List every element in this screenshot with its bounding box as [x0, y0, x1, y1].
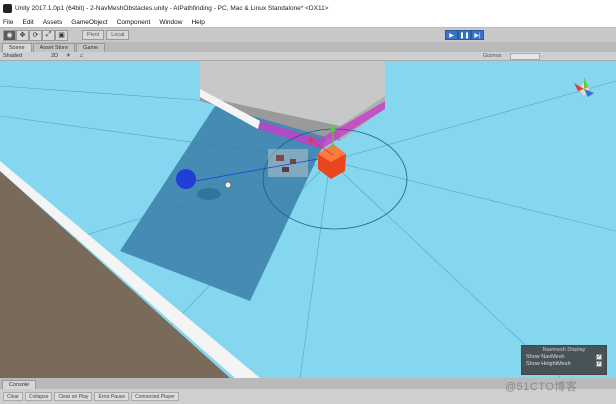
- scene-render: [0, 61, 616, 378]
- step-button[interactable]: ▶|: [471, 30, 484, 40]
- local-toggle[interactable]: Local: [106, 30, 130, 40]
- title-bar: Unity 2017.1.0p1 (64bit) - 2-NavMeshObst…: [0, 0, 616, 17]
- audio-icon[interactable]: ♫: [79, 53, 83, 59]
- sphere-shadow: [197, 188, 221, 200]
- show-navmesh-row: Show NavMesh ✓: [522, 353, 606, 360]
- menu-edit[interactable]: Edit: [22, 19, 33, 26]
- hand-icon: ◉: [6, 32, 13, 39]
- lighting-icon[interactable]: ☀: [66, 53, 71, 59]
- pause-button[interactable]: ❚❚: [458, 30, 471, 40]
- menu-assets[interactable]: Assets: [43, 19, 63, 26]
- console-tab-label: Console: [9, 382, 30, 388]
- show-navmesh-label: Show NavMesh: [526, 354, 565, 360]
- menu-help[interactable]: Help: [191, 19, 204, 26]
- pivot-toggle[interactable]: Pivot: [82, 30, 105, 40]
- play-icon: ▶: [449, 32, 454, 39]
- show-heightmesh-label: Show HeightMesh: [526, 361, 571, 367]
- local-label: Local: [111, 32, 125, 38]
- menu-gameobject[interactable]: GameObject: [71, 19, 108, 26]
- scene-toolbar: Shaded 2D ☀ ♫ Gizmos: [0, 52, 616, 61]
- console-connected-player-button[interactable]: Connected Player: [131, 392, 179, 401]
- scene-search-input[interactable]: [510, 53, 540, 60]
- show-navmesh-checkbox[interactable]: ✓: [596, 354, 602, 360]
- console-clear-on-play-button[interactable]: Clear on Play: [54, 392, 93, 401]
- blue-sphere: [176, 169, 196, 189]
- pause-icon: ❚❚: [459, 32, 470, 39]
- rect-icon: ▣: [58, 32, 65, 39]
- tab-asset-store[interactable]: Asset Store: [32, 43, 76, 52]
- rotate-tool-button[interactable]: ⟳: [29, 29, 42, 41]
- tab-scene-label: Scene: [9, 45, 25, 51]
- step-icon: ▶|: [474, 32, 481, 39]
- window-title: Unity 2017.1.0p1 (64bit) - 2-NavMeshObst…: [15, 5, 329, 12]
- menu-file[interactable]: File: [3, 19, 13, 26]
- gizmos-dropdown[interactable]: Gizmos: [483, 53, 502, 59]
- show-heightmesh-checkbox[interactable]: ✓: [596, 361, 602, 367]
- scale-tool-button[interactable]: ⤢: [42, 29, 55, 41]
- play-button[interactable]: ▶: [445, 30, 458, 40]
- navmesh-display-title: Navmesh Display: [542, 347, 586, 353]
- console-clear-button[interactable]: Clear: [3, 392, 23, 401]
- view-2d-toggle[interactable]: 2D: [51, 53, 58, 59]
- tab-console[interactable]: Console: [2, 380, 37, 389]
- camera-icon: [224, 181, 232, 189]
- tab-game-label: Game: [83, 45, 99, 51]
- rect-tool-button[interactable]: ▣: [55, 29, 68, 41]
- move-icon: ✥: [19, 32, 26, 39]
- scene-viewport[interactable]: [0, 61, 616, 378]
- unity-logo-icon: [3, 4, 12, 13]
- menu-bar: File Edit Assets GameObject Component Wi…: [0, 17, 616, 28]
- pivot-label: Pivot: [87, 32, 100, 38]
- move-tool-button[interactable]: ✥: [16, 29, 29, 41]
- console-collapse-button[interactable]: Collapse: [24, 392, 53, 401]
- hand-tool-button[interactable]: ◉: [3, 29, 16, 41]
- tab-scene[interactable]: Scene: [2, 43, 32, 52]
- play-controls: ▶ ❚❚ ▶|: [445, 30, 484, 40]
- scale-icon: ⤢: [45, 31, 52, 38]
- particle-effect: [268, 149, 308, 177]
- menu-window[interactable]: Window: [159, 19, 182, 26]
- watermark: @51CTO博客: [505, 381, 578, 393]
- tab-game[interactable]: Game: [76, 43, 106, 52]
- rotate-icon: ⟳: [32, 32, 39, 39]
- main-toolbar: ◉ ✥ ⟳ ⤢ ▣ Pivot Local ▶ ❚❚ ▶|: [0, 28, 616, 42]
- shading-mode-dropdown[interactable]: Shaded: [3, 53, 43, 59]
- navmesh-display-panel: Navmesh Display Show NavMesh ✓ Show Heig…: [521, 345, 607, 375]
- tab-asset-store-label: Asset Store: [39, 45, 69, 51]
- menu-component[interactable]: Component: [117, 19, 151, 26]
- view-tabs: Scene Asset Store Game: [0, 42, 616, 52]
- console-error-pause-button[interactable]: Error Pause: [94, 392, 130, 401]
- show-heightmesh-row: Show HeightMesh ✓: [522, 360, 606, 367]
